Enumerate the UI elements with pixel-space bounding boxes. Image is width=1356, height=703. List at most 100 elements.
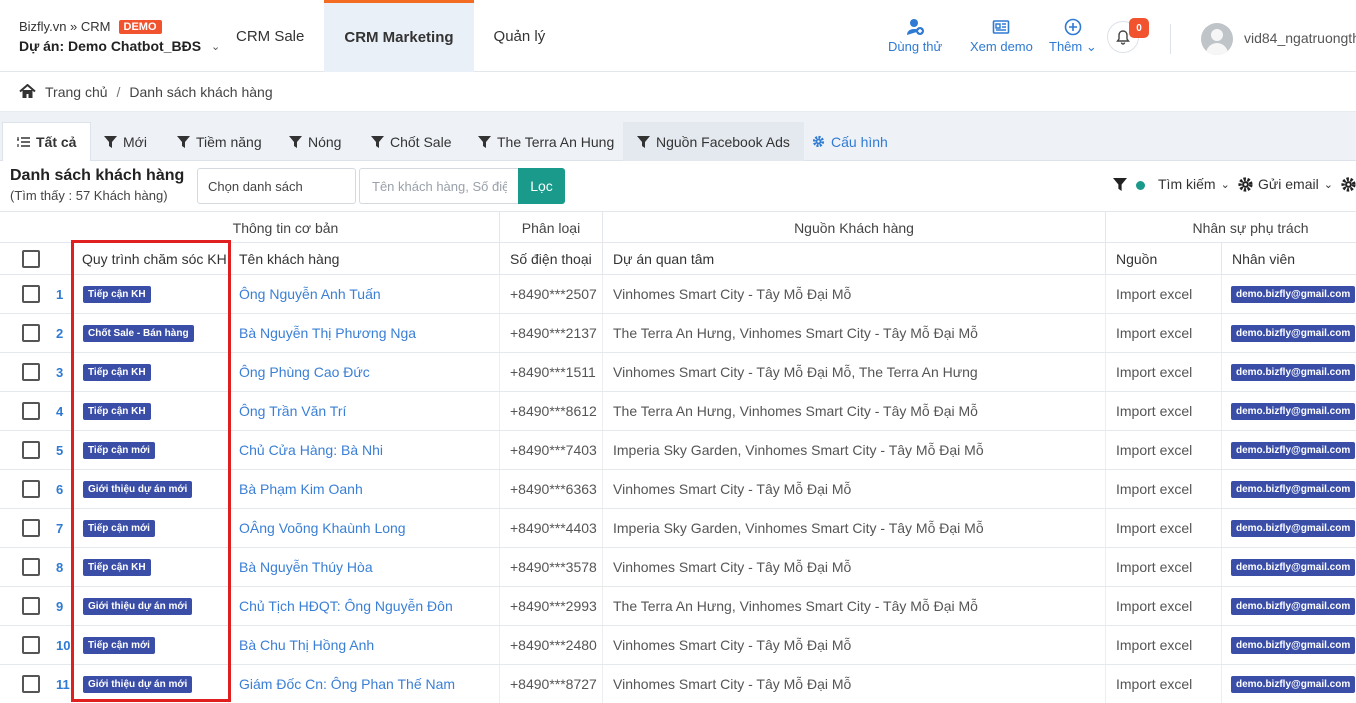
customer-name-link[interactable]: Bà Chu Thị Hồng Anh	[239, 637, 374, 653]
col-process[interactable]: Quy trình chăm sóc KH	[72, 243, 228, 274]
staff-badge[interactable]: demo.bizfly@gmail.com	[1231, 636, 1356, 654]
staff-badge[interactable]: demo.bizfly@gmail.com	[1231, 675, 1356, 693]
tab-all[interactable]: Tất cả	[2, 122, 92, 161]
table-row[interactable]: 11 Giới thiệu dự án mới Giám Đốc Cn: Ông…	[0, 665, 1356, 703]
row-checkbox[interactable]	[22, 402, 40, 420]
table-row[interactable]: 4 Tiếp cận KH Ông Trần Văn Trí +8490***8…	[0, 392, 1356, 431]
row-checkbox[interactable]	[22, 324, 40, 342]
customer-name-link[interactable]: Bà Nguyễn Thúy Hòa	[239, 559, 373, 575]
top-nav: CRM Sale CRM Marketing Quản lý	[216, 0, 565, 72]
tab-potential[interactable]: Tiềm năng	[163, 122, 276, 161]
col-name[interactable]: Tên khách hàng	[228, 243, 499, 274]
nav-crm-sale[interactable]: CRM Sale	[216, 0, 324, 72]
table-row[interactable]: 10 Tiếp cận mới Bà Chu Thị Hồng Anh +849…	[0, 626, 1356, 665]
filter-button[interactable]: Lọc	[518, 168, 565, 204]
customer-name-link[interactable]: Ông Phùng Cao Đức	[239, 364, 370, 380]
process-badge[interactable]: Tiếp cận KH	[83, 558, 151, 576]
table-row[interactable]: 5 Tiếp cận mới Chủ Cửa Hàng: Bà Nhi +849…	[0, 431, 1356, 470]
trial-button[interactable]: Dùng thử	[888, 18, 942, 54]
list-select[interactable]: Chọn danh sách	[197, 168, 356, 204]
search-dropdown[interactable]: Tìm kiếm ⌄	[1158, 176, 1230, 192]
process-badge[interactable]: Chốt Sale - Bán hàng	[83, 324, 194, 342]
staff-badge[interactable]: demo.bizfly@gmail.com	[1231, 363, 1356, 381]
view-demo-button[interactable]: Xem demo	[970, 18, 1033, 54]
home-icon[interactable]	[19, 84, 36, 99]
col-source[interactable]: Nguồn	[1105, 243, 1221, 274]
customer-name-link[interactable]: Chủ Cửa Hàng: Bà Nhi	[239, 442, 383, 458]
tab-config[interactable]: Cấu hình	[798, 122, 902, 161]
process-badge[interactable]: Tiếp cận KH	[83, 402, 151, 420]
funnel-icon[interactable]	[1113, 178, 1127, 191]
process-badge[interactable]: Tiếp cận KH	[83, 285, 151, 303]
source-cell: Import excel	[1105, 548, 1221, 586]
nav-crm-marketing[interactable]: CRM Marketing	[324, 0, 474, 72]
project-selector[interactable]: Dự án: Demo Chatbot_BĐS	[19, 38, 201, 54]
staff-badge[interactable]: demo.bizfly@gmail.com	[1231, 519, 1356, 537]
process-badge[interactable]: Giới thiệu dự án mới	[83, 675, 193, 693]
brand-block[interactable]: Bizfly.vn » CRM DEMO Dự án: Demo Chatbot…	[19, 19, 220, 54]
tab-new[interactable]: Mới	[90, 122, 161, 161]
staff-badge[interactable]: demo.bizfly@gmail.com	[1231, 558, 1356, 576]
process-badge[interactable]: Giới thiệu dự án mới	[83, 597, 193, 615]
source-value: Import excel	[1116, 442, 1193, 458]
table-row[interactable]: 9 Giới thiệu dự án mới Chủ Tịch HĐQT: Ôn…	[0, 587, 1356, 626]
row-checkbox[interactable]	[22, 480, 40, 498]
row-select-cell: 10	[0, 626, 72, 664]
tab-terra-an-hung[interactable]: The Terra An Hung	[464, 122, 628, 161]
process-badge[interactable]: Giới thiệu dự án mới	[83, 480, 193, 498]
row-checkbox[interactable]	[22, 285, 40, 303]
col-staff[interactable]: Nhân viên	[1221, 243, 1356, 274]
tab-closed-sale[interactable]: Chốt Sale	[357, 122, 465, 161]
row-select-cell: 4	[0, 392, 72, 430]
tab-facebook-ads[interactable]: Nguồn Facebook Ads	[623, 122, 804, 161]
row-checkbox[interactable]	[22, 636, 40, 654]
customer-name-link[interactable]: Bà Nguyễn Thị Phương Nga	[239, 325, 416, 341]
search-input[interactable]	[359, 168, 519, 204]
staff-badge[interactable]: demo.bizfly@gmail.com	[1231, 402, 1356, 420]
table-row[interactable]: 1 Tiếp cận KH Ông Nguyễn Anh Tuấn +8490*…	[0, 275, 1356, 314]
customer-name-link[interactable]: Chủ Tịch HĐQT: Ông Nguyễn Đôn	[239, 598, 453, 614]
row-checkbox[interactable]	[22, 675, 40, 693]
tab-hot[interactable]: Nóng	[275, 122, 355, 161]
select-all-checkbox[interactable]	[22, 249, 40, 268]
row-select-cell: 1	[0, 275, 72, 313]
send-email-dropdown[interactable]: Gửi email ⌄	[1238, 176, 1333, 192]
process-badge[interactable]: Tiếp cận mới	[83, 441, 155, 459]
customer-name-link[interactable]: Bà Phạm Kim Oanh	[239, 481, 363, 497]
more-menu-button[interactable]: Thêm ⌄	[1049, 18, 1097, 55]
row-select-cell: 6	[0, 470, 72, 508]
avatar[interactable]	[1201, 23, 1233, 55]
customer-name-link[interactable]: Ông Nguyễn Anh Tuấn	[239, 286, 381, 302]
nav-quan-ly[interactable]: Quản lý	[474, 0, 566, 72]
username[interactable]: vid84_ngatruongthi	[1244, 30, 1356, 46]
staff-badge[interactable]: demo.bizfly@gmail.com	[1231, 285, 1356, 303]
staff-cell: demo.bizfly@gmail.com	[1221, 509, 1356, 547]
source-cell: Import excel	[1105, 470, 1221, 508]
col-phone[interactable]: Số điện thoại	[499, 243, 602, 274]
row-checkbox[interactable]	[22, 441, 40, 459]
process-badge[interactable]: Tiếp cận KH	[83, 363, 151, 381]
customer-name-link[interactable]: Giám Đốc Cn: Ông Phan Thế Nam	[239, 676, 455, 692]
phone-cell: +8490***8612	[499, 392, 602, 430]
row-checkbox[interactable]	[22, 519, 40, 537]
customer-name-link[interactable]: Ông Trần Văn Trí	[239, 403, 346, 419]
staff-badge[interactable]: demo.bizfly@gmail.com	[1231, 480, 1356, 498]
settings-gear-icon[interactable]	[1341, 177, 1356, 192]
row-checkbox[interactable]	[22, 558, 40, 576]
row-checkbox[interactable]	[22, 363, 40, 381]
process-badge[interactable]: Tiếp cận mới	[83, 636, 155, 654]
table-row[interactable]: 2 Chốt Sale - Bán hàng Bà Nguyễn Thị Phư…	[0, 314, 1356, 353]
process-badge[interactable]: Tiếp cận mới	[83, 519, 155, 537]
row-checkbox[interactable]	[22, 597, 40, 615]
col-project[interactable]: Dự án quan tâm	[602, 243, 1105, 274]
customer-name-link[interactable]: OÂng Voõng Khaùnh Long	[239, 520, 406, 536]
staff-badge[interactable]: demo.bizfly@gmail.com	[1231, 597, 1356, 615]
table-row[interactable]: 6 Giới thiệu dự án mới Bà Phạm Kim Oanh …	[0, 470, 1356, 509]
table-row[interactable]: 3 Tiếp cận KH Ông Phùng Cao Đức +8490***…	[0, 353, 1356, 392]
name-cell: Bà Nguyễn Thị Phương Nga	[228, 314, 499, 352]
staff-badge[interactable]: demo.bizfly@gmail.com	[1231, 324, 1356, 342]
staff-badge[interactable]: demo.bizfly@gmail.com	[1231, 441, 1356, 459]
table-row[interactable]: 7 Tiếp cận mới OÂng Voõng Khaùnh Long +8…	[0, 509, 1356, 548]
table-row[interactable]: 8 Tiếp cận KH Bà Nguyễn Thúy Hòa +8490**…	[0, 548, 1356, 587]
breadcrumb-home[interactable]: Trang chủ	[45, 84, 108, 100]
